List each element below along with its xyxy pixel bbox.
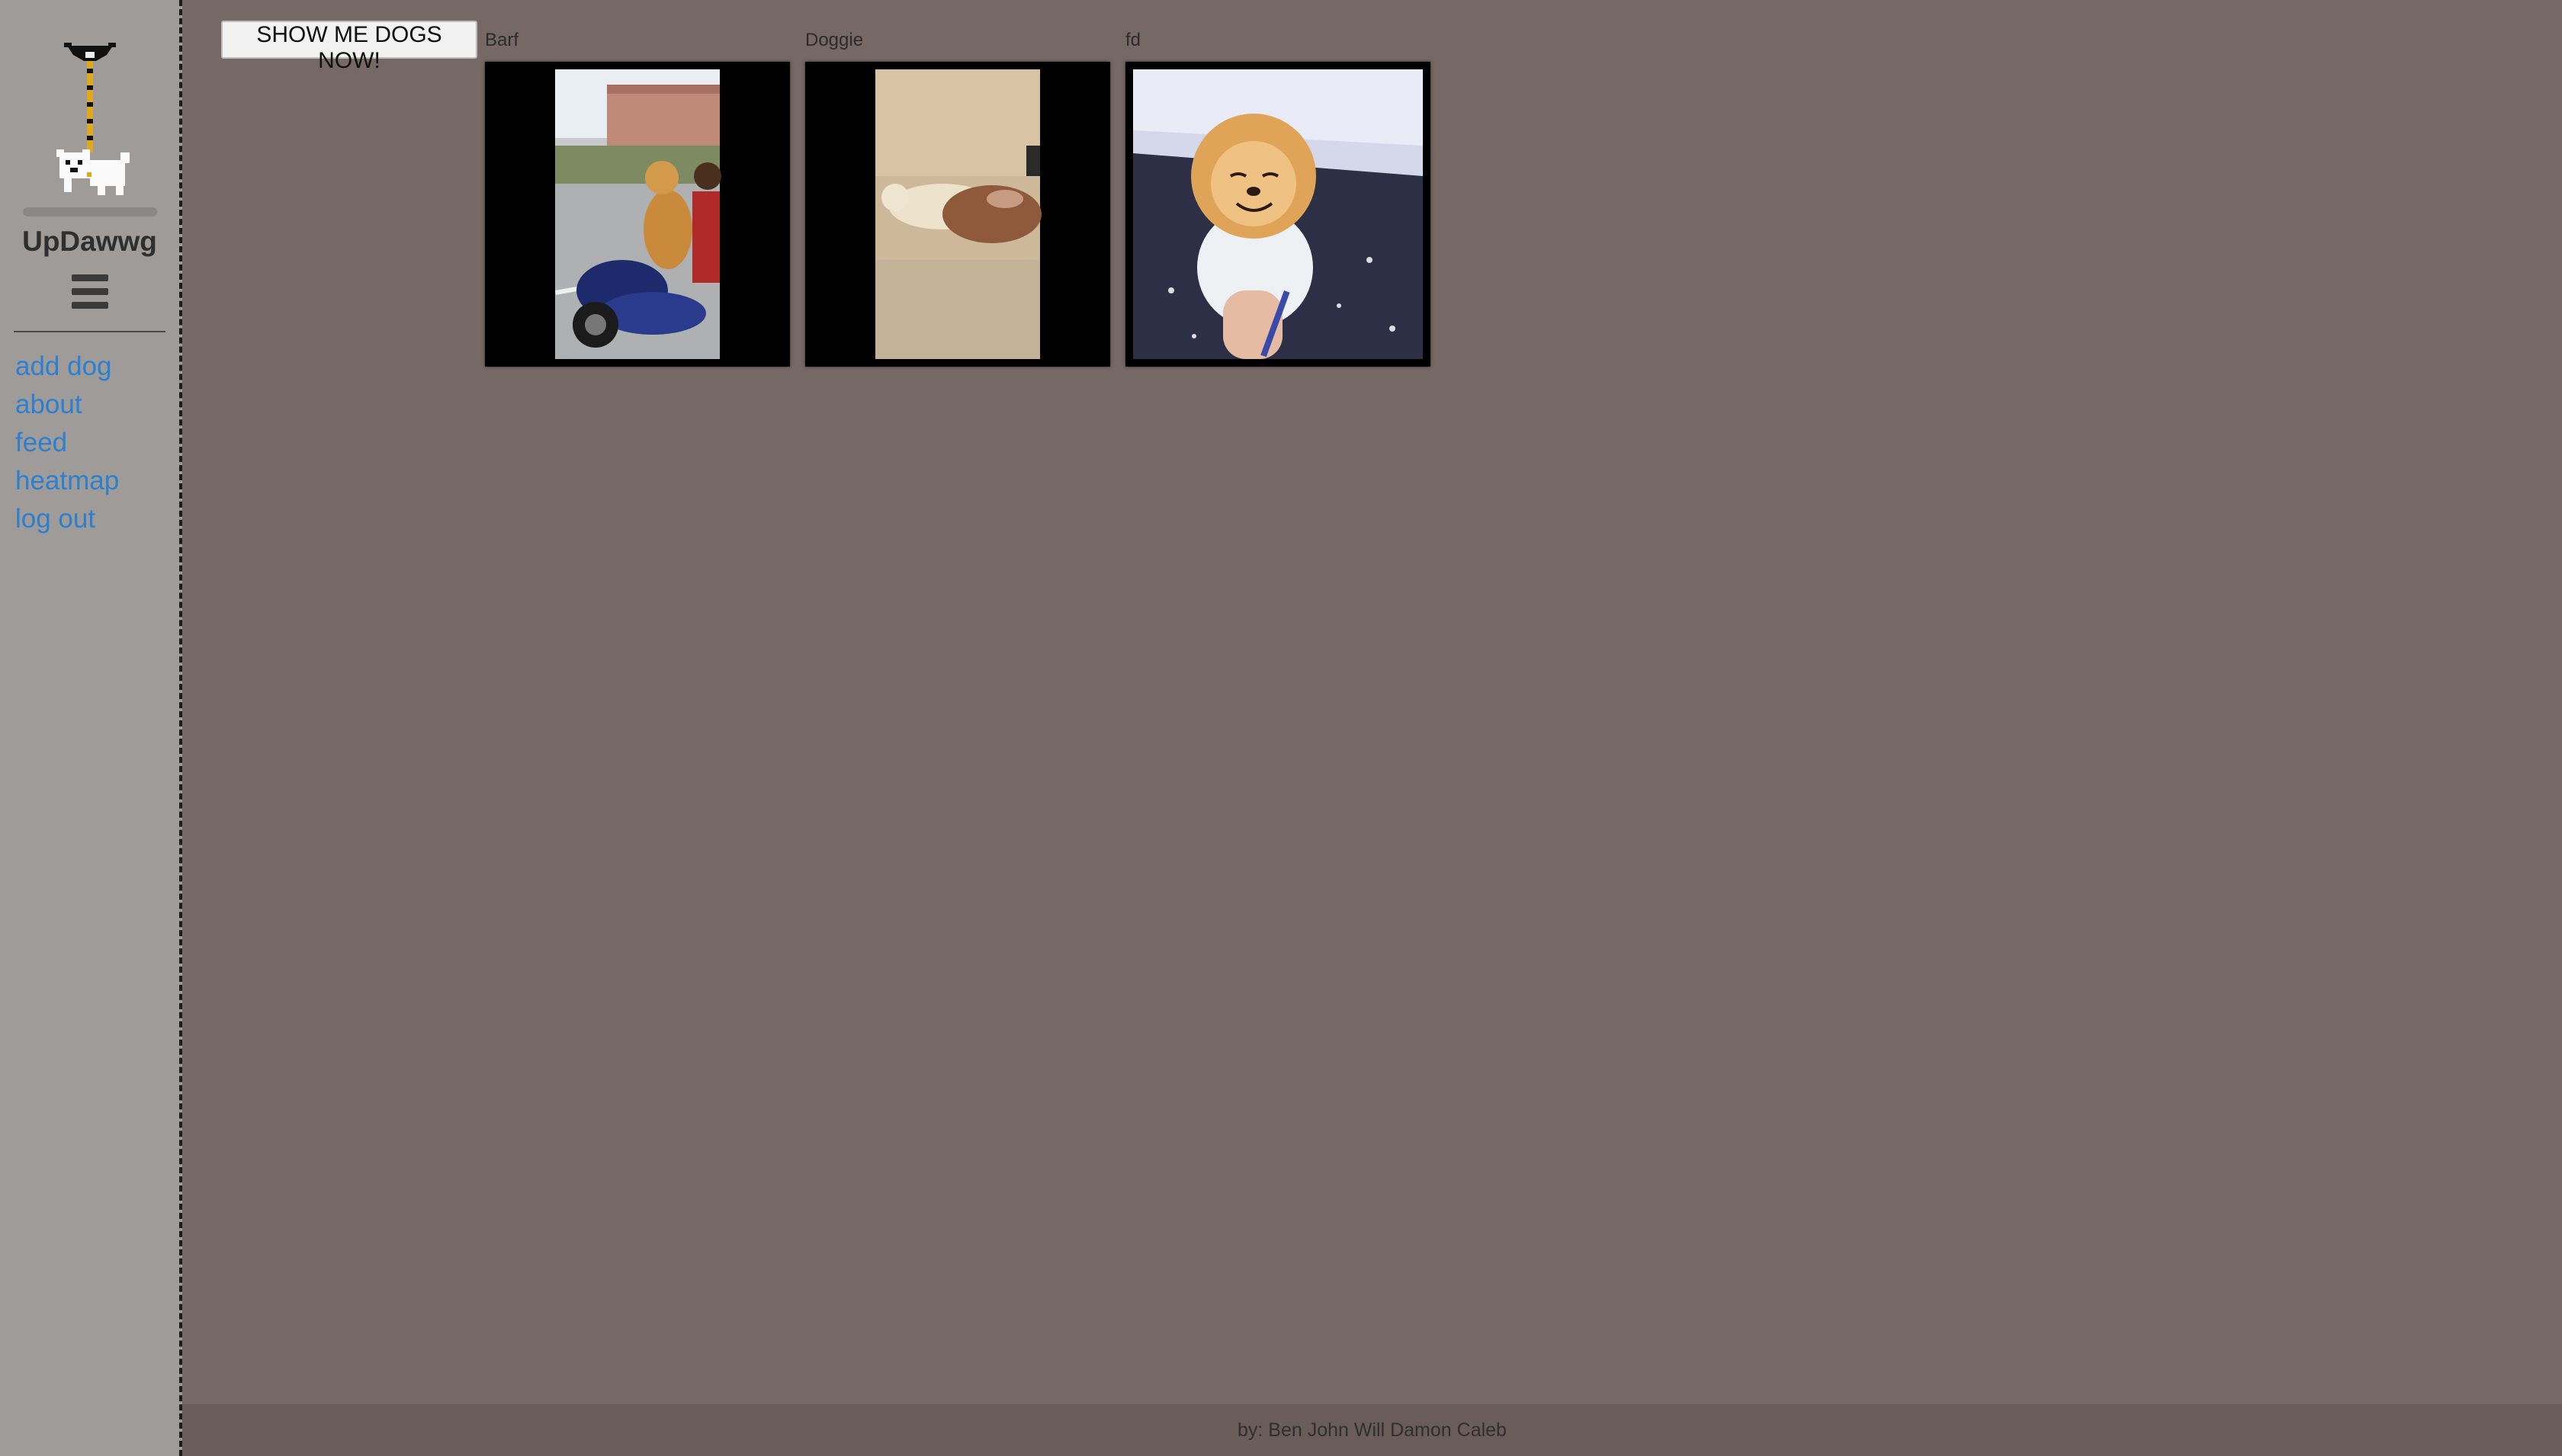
nav-feed[interactable]: feed <box>15 424 119 462</box>
dog-card: Doggie <box>805 29 1110 367</box>
dog-card: Barf <box>485 29 790 367</box>
dog-name: Barf <box>485 30 519 50</box>
dog-on-leash-icon[interactable] <box>21 38 159 221</box>
show-dogs-button[interactable]: SHOW ME DOGS NOW! <box>221 21 477 73</box>
dog-video[interactable] <box>485 62 790 367</box>
app-name: UpDawwg <box>22 226 157 257</box>
footer-credits: by: Ben John Will Damon Caleb <box>182 1404 2562 1456</box>
sidebar-nav: add dog about feed heatmap log out <box>15 348 119 538</box>
hamburger-icon[interactable] <box>72 274 108 313</box>
nav-divider <box>14 331 165 332</box>
dog-video[interactable] <box>805 62 1110 367</box>
nav-log-out[interactable]: log out <box>15 500 119 538</box>
dog-name: fd <box>1125 30 1141 50</box>
nav-heatmap[interactable]: heatmap <box>15 462 119 500</box>
dogs-lying-on-sand <box>875 69 1042 359</box>
sidebar: UpDawwg add dog about feed heatmap log o… <box>0 0 182 1456</box>
golden-retriever-riding-scooter <box>555 69 721 359</box>
dog-name: Doggie <box>805 30 864 50</box>
dog-video[interactable] <box>1125 62 1430 367</box>
dog-card: fd <box>1125 29 1430 367</box>
nav-about[interactable]: about <box>15 386 119 424</box>
fluffy-pomeranian-smiling <box>1133 69 1423 359</box>
nav-add-dog[interactable]: add dog <box>15 348 119 386</box>
